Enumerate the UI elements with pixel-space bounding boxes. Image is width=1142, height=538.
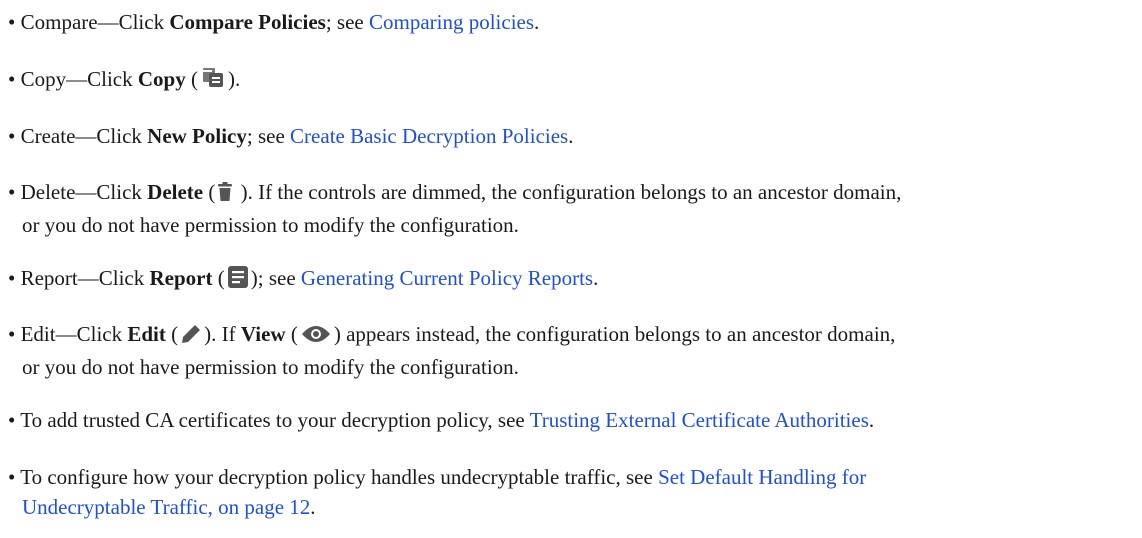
undecryptable-traffic-link[interactable]: Undecryptable Traffic, on page 12: [22, 495, 310, 519]
set-default-handling-link[interactable]: Set Default Handling for: [658, 465, 866, 489]
generating-current-policy-reports-link[interactable]: Generating Current Policy Reports: [301, 266, 593, 290]
list-item-copy: • Copy—Click Copy ().: [8, 64, 1134, 97]
item-lead: • Report—Click: [8, 266, 150, 290]
item-continuation: Undecryptable Traffic, on page 12.: [8, 492, 1134, 522]
edit-label: Edit: [127, 322, 166, 346]
compare-policies-label: Compare Policies: [169, 10, 326, 34]
copy-label: Copy: [137, 67, 186, 91]
copy-icon: [201, 67, 225, 97]
item-post-icon: ) appears instead, the configuration bel…: [333, 322, 896, 346]
list-item-undecryptable: • To configure how your decryption polic…: [8, 462, 1134, 522]
item-lead: • Create—Click: [8, 124, 148, 148]
item-mid: ; see: [325, 10, 369, 34]
document-page: • Compare—Click Compare Policies; see Co…: [0, 0, 1142, 538]
item-post-icon: ); see: [250, 266, 301, 290]
item-lead: • Edit—Click: [8, 322, 128, 346]
item-pre-icon: (: [185, 67, 198, 91]
delete-label: Delete: [147, 180, 204, 204]
comparing-policies-link[interactable]: Comparing policies: [369, 10, 534, 34]
trusting-external-certificate-authorities-link[interactable]: Trusting External Certificate Authoritie…: [530, 408, 869, 432]
pencil-icon: [181, 322, 201, 352]
item-pre-icon: (: [203, 180, 216, 204]
item-tail: .: [534, 10, 540, 34]
list-item-report: • Report—Click Report ( ); see Generating…: [8, 263, 1134, 296]
item-lead: • Compare—Click: [8, 10, 170, 34]
item-tail: .: [868, 408, 875, 432]
item-tail: .: [593, 266, 599, 290]
trash-icon: [218, 180, 233, 210]
item-pre-icon: (: [285, 322, 298, 346]
item-pre-icon: (: [212, 266, 225, 290]
item-lead: • Delete—Click: [8, 180, 148, 204]
report-icon: [227, 266, 248, 296]
item-post-icon: ). If the controls are dimmed, the confi…: [235, 180, 902, 204]
item-continuation: or you do not have permission to modify …: [22, 213, 519, 237]
eye-icon: [301, 322, 331, 352]
item-continuation: or you do not have permission to modify …: [22, 355, 519, 379]
item-tail: .: [310, 495, 316, 519]
create-basic-decryption-policies-link[interactable]: Create Basic Decryption Policies: [290, 124, 568, 148]
item-pre-icon: (: [165, 322, 179, 346]
item-lead: • To configure how your decryption polic…: [8, 465, 659, 489]
new-policy-label: New Policy: [147, 124, 247, 148]
list-item-delete: • Delete—Click Delete ( ). If the contro…: [8, 177, 1134, 240]
item-tail: .: [568, 124, 574, 148]
report-label: Report: [149, 266, 213, 290]
item-lead: • Copy—Click: [8, 67, 138, 91]
list-item-edit: • Edit—Click Edit ( ). If View ( ) appears…: [8, 319, 1134, 382]
item-post-icon: ).: [227, 67, 241, 91]
list-item-trusted-ca: • To add trusted CA certificates to your…: [8, 405, 1134, 435]
item-mid: ; see: [246, 124, 291, 148]
list-item-compare: • Compare—Click Compare Policies; see Co…: [8, 7, 1134, 37]
view-label: View: [240, 322, 286, 346]
list-item-create: • Create—Click New Policy; see Create Ba…: [8, 121, 1134, 151]
item-lead: • To add trusted CA certificates to your…: [8, 408, 530, 432]
item-post-icon: ). If: [204, 322, 241, 346]
